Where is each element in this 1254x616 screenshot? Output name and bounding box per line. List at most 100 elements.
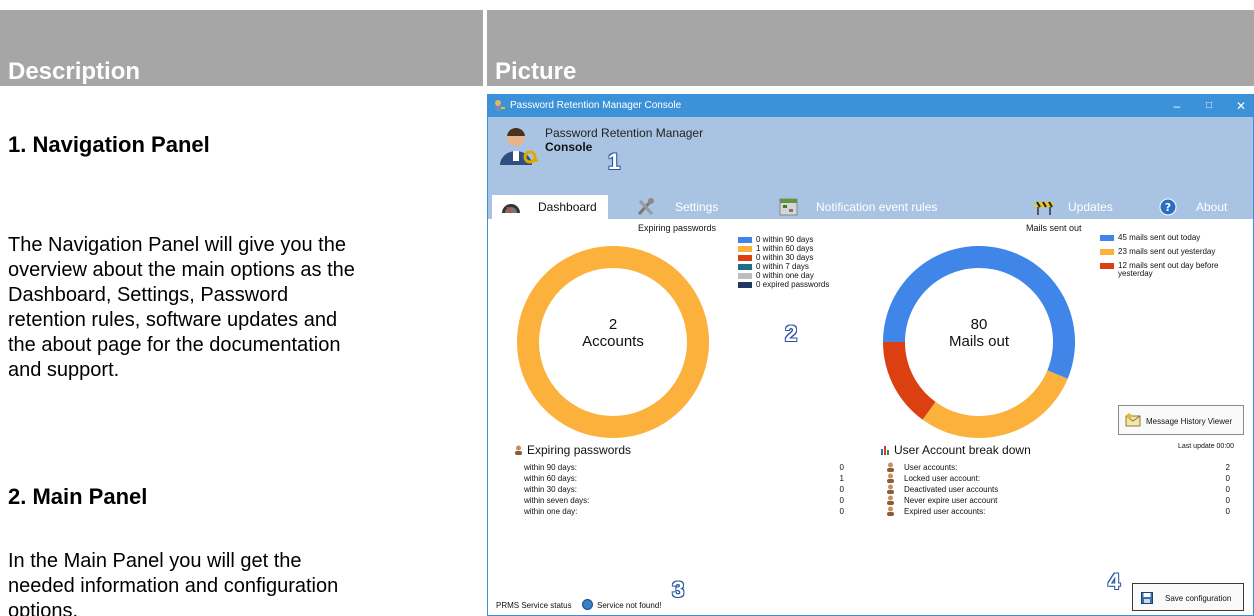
donut-slice-45-mails-sent-out-today (883, 246, 1075, 379)
legend-label: 0 within 30 days (756, 253, 814, 262)
user-icon (887, 484, 894, 494)
help-icon: ? (1159, 198, 1177, 216)
expiring-chart-title: Expiring passwords (638, 223, 717, 233)
expiring-stats-heading: Expiring passwords (527, 443, 632, 457)
stat-label: within seven days: (524, 496, 590, 505)
close-button[interactable]: ✕ (1230, 98, 1252, 114)
user-key-avatar-icon (500, 127, 538, 165)
navigation-panel: Password Retention Manager Console 1 Das… (488, 117, 1253, 219)
save-configuration-button[interactable]: Save configuration (1132, 583, 1244, 611)
breakdown-heading: User Account break down (894, 443, 1031, 457)
legend-label: yesterday (1118, 269, 1153, 278)
section-title-navigation: 1. Navigation Panel (8, 132, 210, 157)
legend-label: 1 within 60 days (756, 244, 814, 253)
user-icon (887, 506, 894, 516)
save-configuration-label: Save configuration (1165, 594, 1232, 603)
stat-label: within one day: (524, 507, 578, 516)
description-header: Description (0, 10, 483, 86)
stat-label: Expired user accounts: (904, 507, 986, 516)
section-line: options. (8, 600, 79, 616)
description-header-label: Description (8, 58, 141, 85)
tab-label: Dashboard (538, 200, 597, 214)
expiring-center-label: 2 Accounts (558, 316, 668, 350)
picture-column: Picture Password Retention Manager Conso… (487, 0, 1254, 616)
legend-swatch (738, 246, 752, 252)
stat-value: 0 (1225, 507, 1230, 516)
stat-value: 0 (1225, 474, 1230, 483)
tab-label: Settings (675, 200, 719, 214)
mails-center-text: Mails out (948, 333, 1010, 350)
tab-about[interactable]: ? About (1158, 195, 1248, 219)
legend-label: 23 mails sent out yesterday (1118, 247, 1216, 256)
app-logo-icon (495, 100, 505, 111)
legend-swatch (738, 237, 752, 243)
expiring-legend: 0 within 90 days 1 within 60 days 0 within… (738, 235, 858, 315)
picture-header-label: Picture (495, 58, 577, 85)
app-subtitle: Console (545, 140, 593, 154)
stat-value: 2 (1225, 463, 1230, 472)
stat-label: User accounts: (904, 463, 958, 472)
user-icon (887, 462, 894, 472)
stat-value: 0 (839, 507, 844, 516)
section-line: Dashboard, Settings, Password (8, 284, 289, 306)
donut-slice-12-mails-sent-out-day-before-yesterday (883, 342, 936, 420)
callout-3: 3 (672, 577, 685, 602)
mails-center-label: 80 Mails out (924, 316, 1034, 350)
tab-updates[interactable]: Updates (1033, 195, 1143, 219)
stat-value: 0 (839, 485, 844, 494)
user-icon (887, 495, 894, 505)
document-table: Description 1. Navigation Panel The Navi… (0, 0, 1254, 616)
expiring-center-number: 2 (608, 316, 618, 333)
legend-label: 0 within 90 days (756, 235, 814, 244)
section-body-navigation: The Navigation Panel will give you the o… (8, 233, 478, 383)
tab-notification-event-rules[interactable]: Notification event rules (776, 195, 976, 219)
window-titlebar[interactable]: Password Retention Manager Console – □ ✕ (488, 95, 1253, 117)
legend-label: 0 within one day (756, 271, 814, 280)
app-window: Password Retention Manager Console – □ ✕… (487, 94, 1254, 616)
mails-chart-title: Mails sent out (1026, 223, 1082, 233)
bar-chart-icon (881, 446, 889, 455)
stat-value: 1 (839, 474, 844, 483)
stat-value: 0 (839, 463, 844, 472)
last-update: Last update 00:00 (1178, 443, 1235, 450)
stat-label: Locked user account: (904, 474, 981, 483)
tools-icon (637, 198, 654, 216)
calendar-icon (779, 198, 798, 216)
minimize-button[interactable]: – (1166, 98, 1188, 114)
barrier-icon (1035, 201, 1053, 215)
legend-swatch (738, 273, 752, 279)
app-title: Password Retention Manager (545, 126, 704, 140)
save-icon (1141, 592, 1153, 604)
legend-swatch (738, 255, 752, 261)
main-panel: Expiring passwords 2 Accounts 0 within 9… (488, 219, 1253, 615)
stat-value: 0 (1225, 496, 1230, 505)
legend-swatch (738, 264, 752, 270)
description-column: Description 1. Navigation Panel The Navi… (0, 0, 483, 616)
tab-label: Notification event rules (816, 200, 938, 214)
tab-label: Updates (1068, 200, 1113, 214)
stat-label: within 30 days: (524, 485, 577, 494)
legend-swatch (738, 282, 752, 288)
legend-label: 0 within 7 days (756, 262, 809, 271)
message-history-viewer-button[interactable]: Message History Viewer (1118, 405, 1244, 435)
section-line: and support. (8, 359, 120, 381)
mails-center-number: 80 (970, 316, 988, 333)
section-line: In the Main Panel you will get the (8, 550, 302, 572)
section-line: needed information and configuration (8, 575, 339, 597)
legend-swatch (1100, 235, 1114, 241)
section-line: The Navigation Panel will give you the (8, 234, 346, 256)
message-history-label: Message History Viewer (1146, 417, 1233, 426)
tab-dashboard[interactable]: Dashboard (492, 195, 608, 219)
tab-settings[interactable]: Settings (633, 195, 733, 219)
maximize-button[interactable]: □ (1198, 98, 1220, 114)
mails-legend: 45 mails sent out today 23 mails sent out… (1100, 233, 1250, 303)
legend-swatch (1100, 263, 1114, 269)
stat-value: 0 (839, 496, 844, 505)
legend-swatch (1100, 249, 1114, 255)
legend-label: 0 expired passwords (756, 280, 830, 289)
stat-label: Never expire user account (904, 496, 998, 505)
expiring-center-text: Accounts (582, 333, 644, 350)
info-icon (582, 599, 593, 610)
window-title: Password Retention Manager Console (510, 100, 682, 111)
callout-1: 1 (608, 149, 621, 174)
